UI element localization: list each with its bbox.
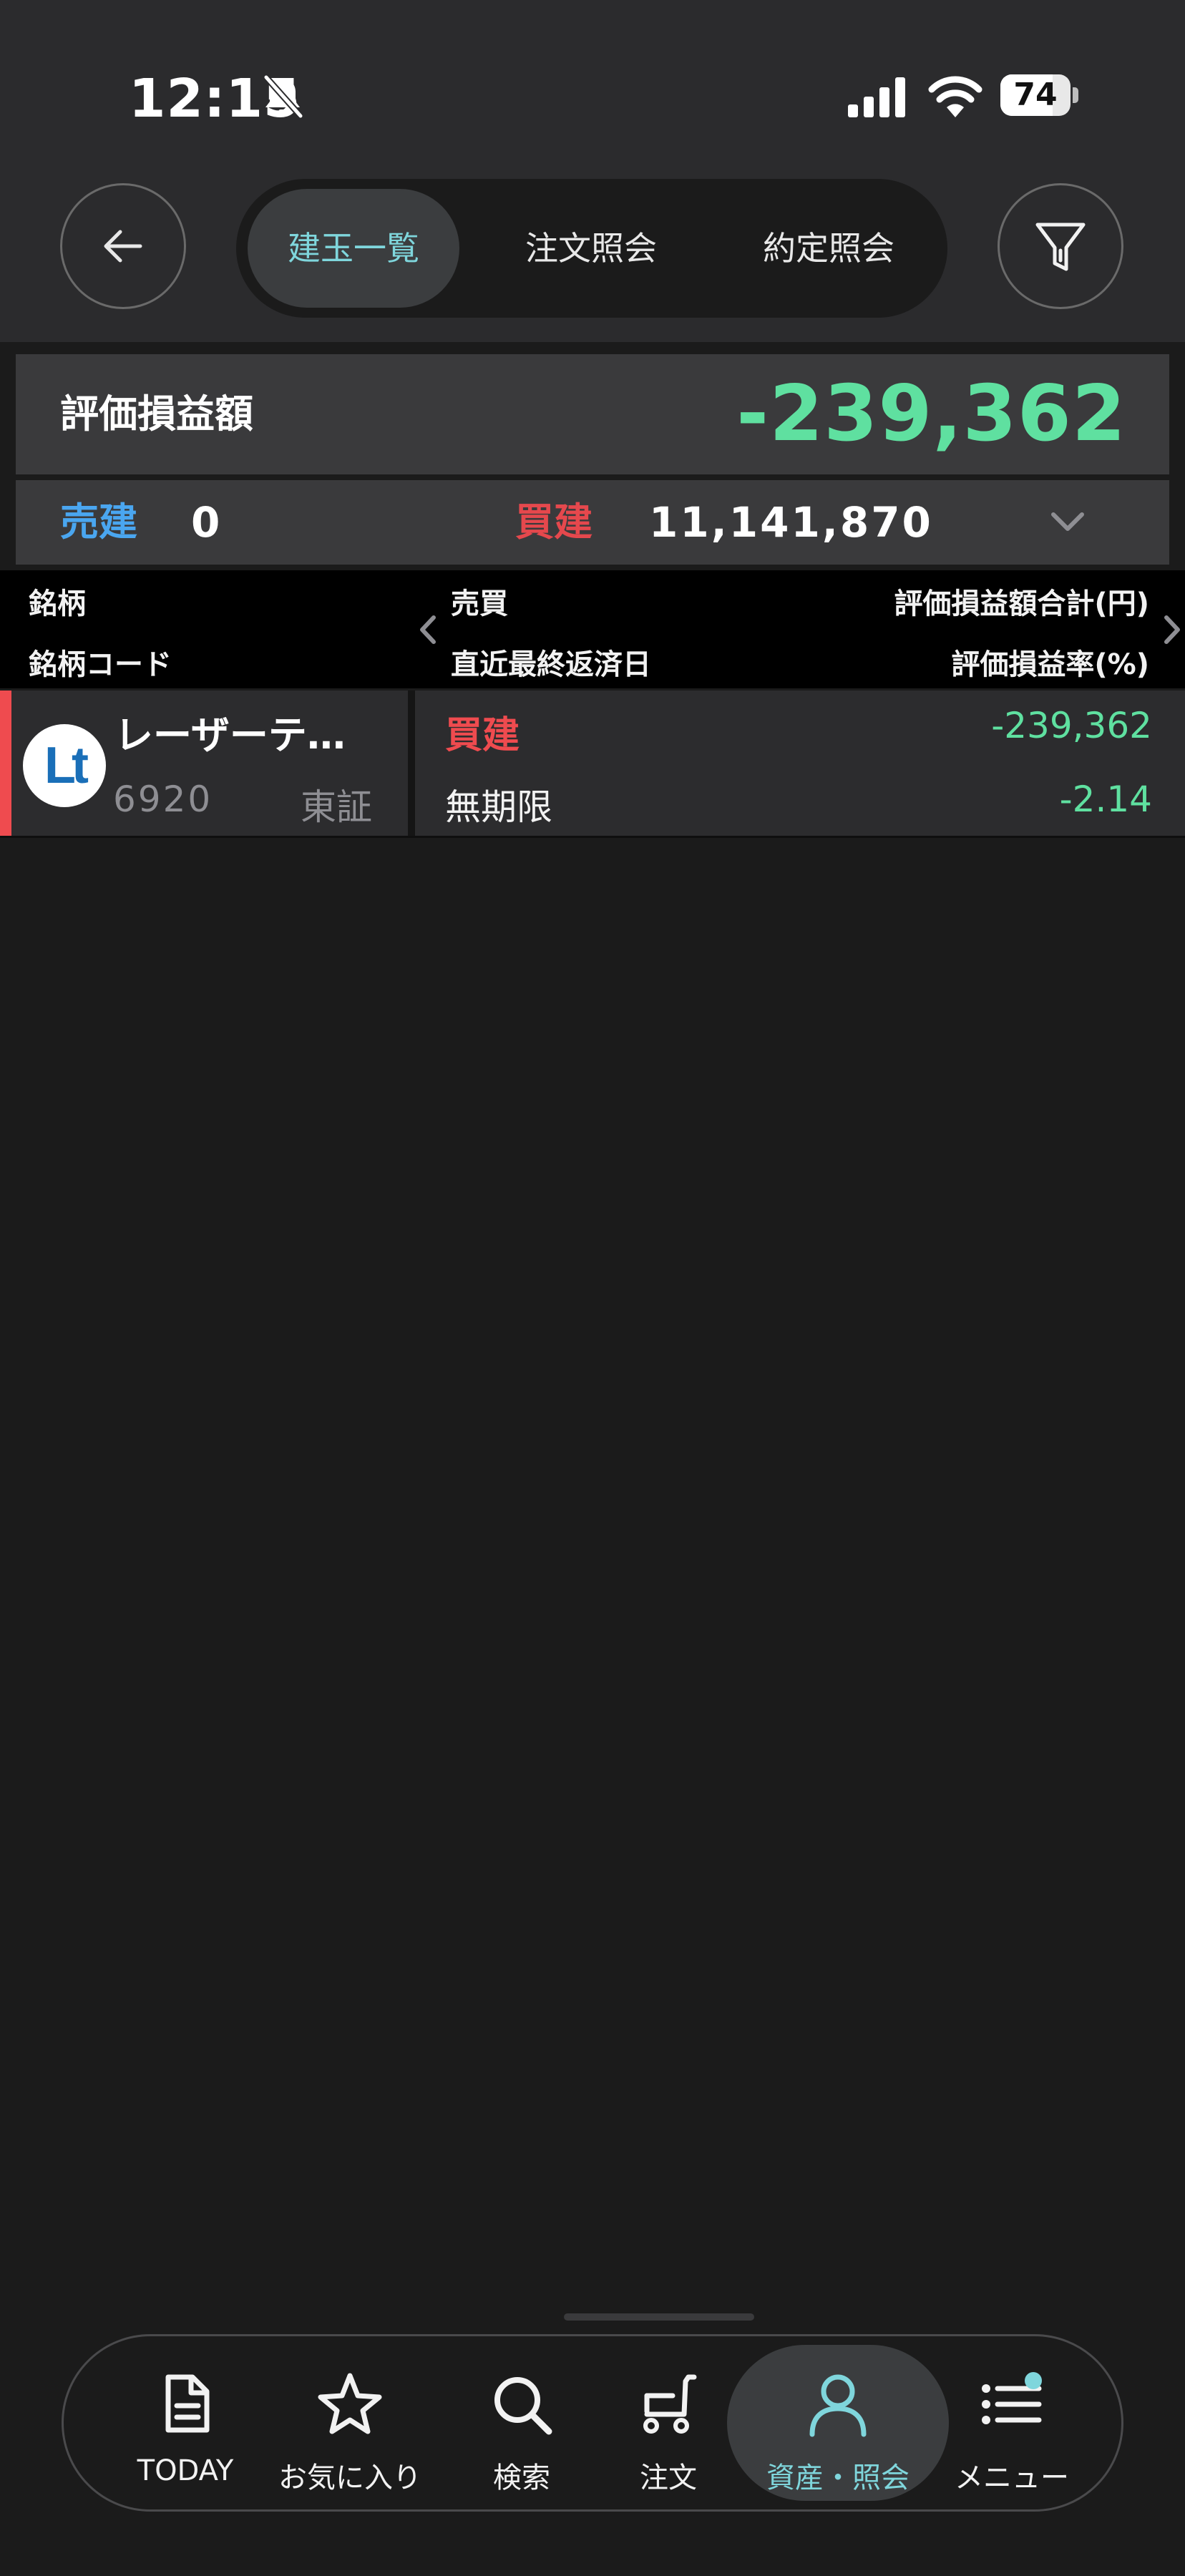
bottom-nav: TODAY お気に入り 検索 注文 資産・照会 メニュー	[62, 2334, 1123, 2512]
pl-amount: -239,362	[991, 705, 1152, 746]
wifi-icon	[928, 76, 982, 117]
row-divider	[408, 691, 415, 837]
nav-label-assets: 資産・照会	[766, 2462, 910, 2494]
nav-label-menu: メニュー	[955, 2462, 1069, 2494]
nav-item-today[interactable]: TODAY	[114, 2336, 257, 2509]
col-header-pl-rate: 評価損益率(%)	[951, 648, 1149, 681]
battery-level: 74	[1013, 77, 1058, 113]
stock-logo: Lt	[23, 724, 106, 807]
stock-logo-text: Lt	[44, 737, 89, 794]
chevron-down-icon[interactable]	[1046, 506, 1089, 539]
stock-code: 6920	[113, 779, 213, 820]
person-icon	[809, 2374, 867, 2437]
star-icon	[318, 2373, 382, 2434]
pl-summary-label: 評価損益額	[60, 391, 253, 436]
buy-position-label: 買建	[515, 499, 592, 545]
tab-switcher: 建玉一覧 注文照会 約定照会	[236, 179, 947, 318]
pl-rate: -2.14	[1059, 779, 1152, 820]
tab-positions[interactable]: 建玉一覧	[248, 189, 459, 308]
notification-dot	[1025, 2372, 1042, 2389]
nav-label-today: TODAY	[137, 2454, 234, 2487]
chevron-right-icon[interactable]	[1158, 612, 1185, 648]
col-header-deadline: 直近最終返済日	[451, 648, 651, 681]
battery-indicator: 74	[1000, 74, 1079, 116]
sell-position-value: 0	[191, 498, 220, 547]
pl-summary-value: -239,362	[736, 369, 1126, 459]
search-icon	[494, 2377, 552, 2435]
document-icon	[165, 2374, 210, 2433]
table-row[interactable]: Lt レーザーテ… 6920 東証 買建 -239,362 無期限 -2.14	[0, 691, 1185, 838]
col-header-stock: 銘柄	[29, 587, 86, 620]
row-bottom-border	[0, 836, 1185, 838]
scroll-handle	[564, 2313, 754, 2321]
arrow-left-icon	[104, 230, 142, 263]
position-totals-row[interactable]: 売建 0 買建 11,141,870	[16, 480, 1169, 565]
col-header-stock-code: 銘柄コード	[29, 648, 172, 681]
repayment-deadline: 無期限	[445, 786, 552, 828]
bell-slash-icon	[263, 75, 303, 118]
nav-item-menu[interactable]: メニュー	[940, 2336, 1083, 2509]
nav-item-favorites[interactable]: お気に入り	[275, 2336, 425, 2509]
nav-label-favorites: お気に入り	[278, 2462, 421, 2494]
nav-item-order[interactable]: 注文	[608, 2336, 729, 2509]
col-header-trade-type: 売買	[451, 587, 508, 620]
stock-name: レーザーテ…	[114, 713, 346, 758]
cellular-signal-icon	[848, 77, 905, 117]
cart-icon	[643, 2374, 697, 2434]
nav-item-search[interactable]: 検索	[450, 2336, 593, 2509]
pl-summary-row: 評価損益額 -239,362	[16, 354, 1169, 474]
sell-position-label: 売建	[60, 499, 137, 545]
trade-type: 買建	[445, 714, 520, 757]
buy-indicator-bar	[0, 691, 11, 837]
buy-position-value: 11,141,870	[649, 498, 933, 547]
battery-body: 74	[1000, 74, 1071, 116]
back-button[interactable]	[60, 183, 186, 309]
tab-executions[interactable]: 約定照会	[723, 189, 935, 308]
battery-tip	[1073, 87, 1078, 103]
nav-label-order: 注文	[640, 2462, 697, 2494]
col-header-pl-total: 評価損益額合計(円)	[894, 587, 1149, 620]
filter-funnel-icon	[1035, 223, 1086, 271]
filter-button[interactable]	[998, 183, 1123, 309]
nav-label-search: 検索	[493, 2462, 550, 2494]
stock-market: 東証	[301, 786, 372, 828]
chevron-left-icon[interactable]	[414, 612, 442, 648]
tab-orders[interactable]: 注文照会	[485, 189, 697, 308]
nav-item-assets[interactable]: 資産・照会	[731, 2336, 945, 2509]
